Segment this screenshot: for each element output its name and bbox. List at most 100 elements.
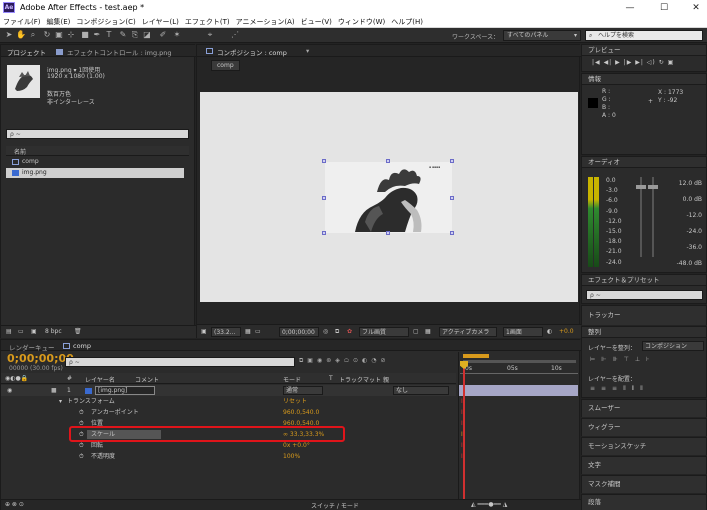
prev-frame-icon[interactable]: ◀| (604, 59, 613, 66)
eraser-tool-icon[interactable]: ◪ (142, 30, 152, 40)
camera-tool-icon[interactable]: ▣ (54, 30, 64, 40)
zoom-slider[interactable]: ◭ ━━━●━━ ◮ (471, 501, 507, 508)
timeline-graph-area[interactable]: 0s 05s 10s I I I I I I (458, 352, 579, 502)
property-row[interactable]: ⏱ アンカーポイント 960.0,540.0 (1, 407, 456, 418)
pan-behind-tool-icon[interactable]: ⊹ (66, 30, 76, 40)
ram-preview-icon[interactable]: ▣ (668, 59, 675, 66)
menu-edit[interactable]: 編集(E) (44, 16, 74, 27)
motion-sketch-title[interactable]: モーションスケッチ (582, 438, 706, 455)
layer-row[interactable]: ◉ ■ 1 [img.png] 通常 なし (1, 385, 456, 396)
new-comp-icon[interactable]: ▣ (31, 328, 37, 335)
view-layout-select[interactable]: 1画面 (503, 327, 543, 337)
tab-effect-controls[interactable]: エフェクトコントロール : img.png (67, 47, 172, 57)
project-item[interactable]: img.png (6, 168, 184, 178)
brush-tool-icon[interactable]: ✎ (118, 30, 128, 40)
property-row-selected[interactable]: ⏱ スケール ∞ 33.3,33.3% (1, 426, 456, 442)
comp-flowchart-tab[interactable]: comp (211, 60, 240, 71)
close-button[interactable]: ✕ (686, 1, 706, 15)
layer-image[interactable]: ▪ ▪▪▪▪ (325, 162, 452, 233)
paragraph-title[interactable]: 段落 (582, 495, 706, 510)
chevron-down-icon[interactable]: ▾ (306, 47, 309, 55)
pen-tool-icon[interactable]: ✒ (92, 30, 102, 40)
workspace-select[interactable]: すべてのパネル ▾ (503, 30, 581, 41)
menu-effect[interactable]: エフェクト(T) (182, 16, 233, 27)
layer-duration-bar[interactable] (459, 385, 578, 396)
timeline-search-input[interactable]: ρ ~ (65, 357, 295, 367)
audio-slider-left[interactable] (636, 185, 646, 189)
bpc-label[interactable]: 8 bpc (45, 328, 62, 335)
resolution-select[interactable]: フル画質 (359, 327, 409, 337)
last-frame-icon[interactable]: ▶| (635, 59, 644, 66)
property-row[interactable]: ⏱ 回転 0x +0.0° (1, 440, 456, 451)
roi-icon[interactable]: ▢ (413, 328, 419, 335)
timeline-switch-icons[interactable]: ⧉▣◉⊛◈⬭⊙◐◔⊘ (299, 357, 389, 365)
next-frame-icon[interactable]: |▶ (624, 59, 633, 66)
roto-brush-tool-icon[interactable]: ✐ (158, 30, 168, 40)
zoom-tool-icon[interactable]: ⌕ (28, 30, 38, 40)
camera-select[interactable]: アクティブカメラ (439, 327, 497, 337)
mask-tool-icon[interactable]: ■ (80, 30, 90, 40)
timecode-display[interactable]: 0;00;00;00 (7, 352, 74, 365)
clone-tool-icon[interactable]: ⎘ (130, 30, 140, 40)
mask-visibility-icon[interactable]: ▭ (255, 328, 261, 335)
menu-window[interactable]: ウィンドウ(W) (335, 16, 388, 27)
mask-interpolation-title[interactable]: マスク補間 (582, 476, 706, 493)
selection-tool-icon[interactable]: ➤ (4, 30, 14, 40)
audio-icon[interactable]: ◁) (647, 59, 656, 66)
trash-icon[interactable]: 🗑 (74, 328, 82, 335)
menu-composition[interactable]: コンポジション(C) (73, 16, 138, 27)
switch-mode-toggle[interactable]: スイッチ / モード (311, 501, 359, 510)
tracker-title[interactable]: トラッカー (582, 306, 706, 325)
always-preview-icon[interactable]: ▣ (201, 328, 207, 335)
expand-collapse-icons[interactable]: ⊕ ⊗ ⊙ (5, 501, 24, 508)
menu-file[interactable]: ファイル(F) (0, 16, 44, 27)
menu-help[interactable]: ヘルプ(H) (388, 16, 426, 27)
wiggler-title[interactable]: ウィグラー (582, 419, 706, 436)
tab-project[interactable]: プロジェクト (7, 47, 46, 57)
exposure-value[interactable]: +0.0 (559, 328, 574, 335)
text-tool-icon[interactable]: T (104, 30, 114, 40)
tab-composition[interactable]: コンポジション : comp (217, 47, 287, 57)
safe-zones-icon[interactable]: ▦ (245, 328, 251, 335)
menu-view[interactable]: ビュー(V) (298, 16, 335, 27)
align-buttons[interactable]: ⊨⊩⊪⊤⊥⊦ (590, 356, 655, 363)
new-folder-icon[interactable]: ▭ (18, 328, 24, 335)
playhead[interactable] (463, 363, 465, 500)
minimize-button[interactable]: — (620, 1, 640, 15)
loop-icon[interactable]: ↻ (659, 59, 665, 66)
property-row[interactable]: ⏱ 不透明度 100% (1, 451, 456, 462)
hand-tool-icon[interactable]: ✋ (16, 30, 26, 40)
audio-slider-right[interactable] (648, 185, 658, 189)
align-to-select[interactable]: コンポジション (642, 341, 704, 351)
menu-animation[interactable]: アニメーション(A) (233, 16, 298, 27)
project-search-input[interactable]: ρ ~ (6, 129, 189, 139)
help-search-input[interactable]: ⌕ ヘルプを検索 (585, 30, 703, 41)
show-snapshot-icon[interactable]: ⧉ (335, 328, 339, 336)
transparency-grid-icon[interactable]: ▦ (425, 328, 431, 335)
menu-layer[interactable]: レイヤー(L) (139, 16, 182, 27)
exposure-icon[interactable]: ◐ (547, 328, 552, 335)
transform-group-row[interactable]: ▾ トランスフォーム リセット (1, 396, 456, 407)
column-name[interactable]: 名前 (14, 147, 26, 156)
work-area-bar[interactable] (463, 354, 489, 358)
first-frame-icon[interactable]: |◀ (592, 59, 601, 66)
maximize-button[interactable]: ☐ (654, 1, 674, 15)
snapshot-icon[interactable]: ◎ (323, 328, 328, 335)
comp-viewer[interactable]: ▪ ▪▪▪▪ (200, 92, 578, 302)
effects-search-input[interactable]: ρ ~ (586, 290, 703, 300)
character-title[interactable]: 文字 (582, 457, 706, 474)
interpret-footage-icon[interactable]: ▤ (6, 328, 12, 335)
rotate-tool-icon[interactable]: ↻ (42, 30, 52, 40)
tab-timeline-comp[interactable]: comp (73, 342, 91, 350)
channel-icon[interactable]: ✿ (347, 328, 352, 335)
distribute-buttons[interactable]: ≡≡≡⫴⫴⫴ (590, 385, 649, 393)
puppet-tool-icon[interactable]: ✶ (172, 30, 182, 40)
play-icon[interactable]: ▶ (615, 59, 621, 66)
snap-icon[interactable]: ⋰ (230, 30, 240, 40)
current-time-field[interactable]: 0;00;00;00 (279, 327, 319, 337)
tab-render-queue[interactable]: レンダーキュー (9, 342, 55, 352)
smoother-title[interactable]: スムーザー (582, 400, 706, 417)
axis-local-icon[interactable]: ⌖ (205, 30, 215, 40)
magnification-select[interactable]: (33.2... (211, 327, 241, 337)
project-item[interactable]: comp (6, 157, 189, 167)
